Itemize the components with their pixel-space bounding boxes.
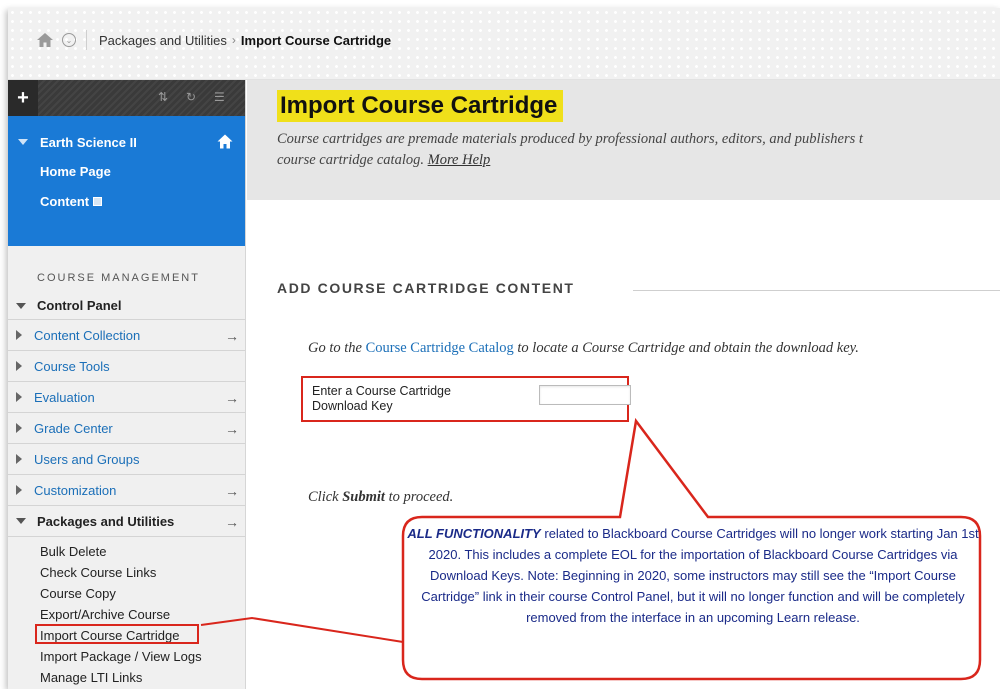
more-help-link[interactable]: More Help — [428, 152, 491, 168]
add-menu-item-button[interactable]: + — [8, 80, 38, 116]
page-title: Import Course Cartridge — [277, 90, 564, 122]
catalog-link[interactable]: Course Cartridge Catalog — [366, 340, 514, 356]
arrow-right-icon: → — [225, 514, 239, 530]
expand-icon — [16, 454, 22, 464]
panel-item-label: Packages and Utilities — [37, 513, 175, 529]
annotation-highlight-box — [35, 624, 199, 644]
menu-toolbar: + ⇅ ↻ ☰ — [8, 80, 245, 116]
course-header: Earth Science II Home Page Content — [8, 116, 245, 246]
expand-icon — [16, 485, 22, 495]
description-line: Course cartridges are premade materials … — [277, 131, 863, 147]
section-heading: ADD COURSE CARTRIDGE CONTENT — [277, 280, 575, 296]
page-description: Course cartridges are premade materials … — [277, 129, 1000, 171]
section-divider — [633, 290, 1000, 291]
arrow-right-icon: → — [225, 421, 239, 437]
course-title[interactable]: Earth Science II — [40, 135, 137, 150]
panel-item-users-and-groups[interactable]: Users and Groups — [8, 444, 245, 475]
content-menu-icon[interactable] — [93, 197, 103, 206]
home-page-link[interactable]: Home Page — [8, 164, 245, 179]
control-panel-toggle[interactable]: Control Panel — [8, 292, 245, 320]
instruction-text: Go to the Course Cartridge Catalog to lo… — [308, 340, 859, 357]
panel-item-label: Users and Groups — [34, 451, 140, 467]
home-icon[interactable] — [36, 32, 54, 48]
submenu-course-copy[interactable]: Course Copy — [8, 583, 245, 604]
packages-submenu: Bulk Delete Check Course Links Course Co… — [8, 537, 245, 688]
submenu-check-course-links[interactable]: Check Course Links — [8, 562, 245, 583]
breadcrumb-separator: › — [231, 33, 236, 47]
control-panel-label: Control Panel — [37, 298, 122, 313]
panel-item-course-tools[interactable]: Course Tools — [8, 351, 245, 382]
collapse-icon[interactable] — [18, 139, 28, 145]
panel-item-label: Grade Center — [34, 420, 113, 436]
panel-item-content-collection[interactable]: Content Collection → — [8, 320, 245, 351]
menu-view-icon[interactable]: ☰ — [214, 90, 225, 104]
breadcrumb: ⌄ Packages and Utilities › Import Course… — [36, 30, 391, 50]
submit-word: Submit — [342, 489, 385, 505]
description-line: course cartridge catalog. More Help — [277, 150, 1000, 171]
panel-item-label: Content Collection — [34, 327, 141, 343]
breadcrumb-bar: ⌄ Packages and Utilities › Import Course… — [8, 8, 1000, 80]
panel-item-grade-center[interactable]: Grade Center → — [8, 413, 245, 444]
callout-text: ALL FUNCTIONALITY related to Blackboard … — [407, 523, 979, 628]
collapse-icon — [16, 518, 26, 524]
submit-prefix: Click — [308, 489, 339, 505]
download-key-label: Enter a Course Cartridge Download Key — [312, 384, 451, 413]
submenu-manage-lti-links[interactable]: Manage LTI Links — [8, 667, 245, 688]
panel-item-label: Evaluation — [34, 389, 95, 405]
submenu-bulk-delete[interactable]: Bulk Delete — [8, 541, 245, 562]
submenu-import-course-cartridge[interactable]: Import Course Cartridge — [8, 624, 245, 646]
refresh-icon[interactable]: ↻ — [186, 90, 196, 104]
expand-icon — [16, 423, 22, 433]
panel-item-customization[interactable]: Customization → — [8, 475, 245, 506]
panel-item-label: Customization — [34, 482, 117, 498]
collapse-icon — [16, 302, 26, 309]
instruction-suffix: to locate a Course Cartridge and obtain … — [517, 340, 859, 356]
course-menu: + ⇅ ↻ ☰ Earth Science II Home Page Conte… — [8, 80, 246, 689]
expand-icon — [16, 361, 22, 371]
submit-suffix: to proceed. — [388, 489, 454, 505]
panel-item-label: Course Tools — [34, 358, 110, 374]
course-title-row[interactable]: Earth Science II — [8, 132, 245, 152]
arrow-right-icon: → — [225, 328, 239, 344]
sort-icon[interactable]: ⇅ — [158, 90, 168, 104]
chevron-down-icon[interactable]: ⌄ — [62, 33, 76, 47]
content-link[interactable]: Content — [8, 194, 245, 209]
breadcrumb-parent[interactable]: Packages and Utilities — [99, 33, 227, 48]
home-icon[interactable] — [217, 134, 233, 149]
expand-icon — [16, 330, 22, 340]
breadcrumb-divider — [86, 30, 87, 50]
callout-lead: ALL FUNCTIONALITY — [407, 526, 541, 541]
panel-item-evaluation[interactable]: Evaluation → — [8, 382, 245, 413]
download-key-input[interactable] — [539, 385, 631, 405]
description-text: course cartridge catalog. — [277, 152, 424, 168]
submit-instruction: Click Submit to proceed. — [308, 489, 453, 506]
content-link-label: Content — [40, 194, 90, 209]
expand-icon — [16, 392, 22, 402]
course-management-heading: COURSE MANAGEMENT — [37, 272, 200, 284]
instruction-prefix: Go to the — [308, 340, 362, 356]
page-header: Import Course Cartridge Course cartridge… — [247, 80, 1000, 200]
arrow-right-icon: → — [225, 483, 239, 499]
breadcrumb-current: Import Course Cartridge — [240, 32, 392, 48]
download-key-field-group: Enter a Course Cartridge Download Key — [301, 376, 631, 422]
arrow-right-icon: → — [225, 390, 239, 406]
submenu-import-package-view-logs[interactable]: Import Package / View Logs — [8, 646, 245, 667]
panel-item-packages-and-utilities[interactable]: Packages and Utilities → — [8, 506, 245, 537]
submenu-export-archive-course[interactable]: Export/Archive Course — [8, 604, 245, 625]
